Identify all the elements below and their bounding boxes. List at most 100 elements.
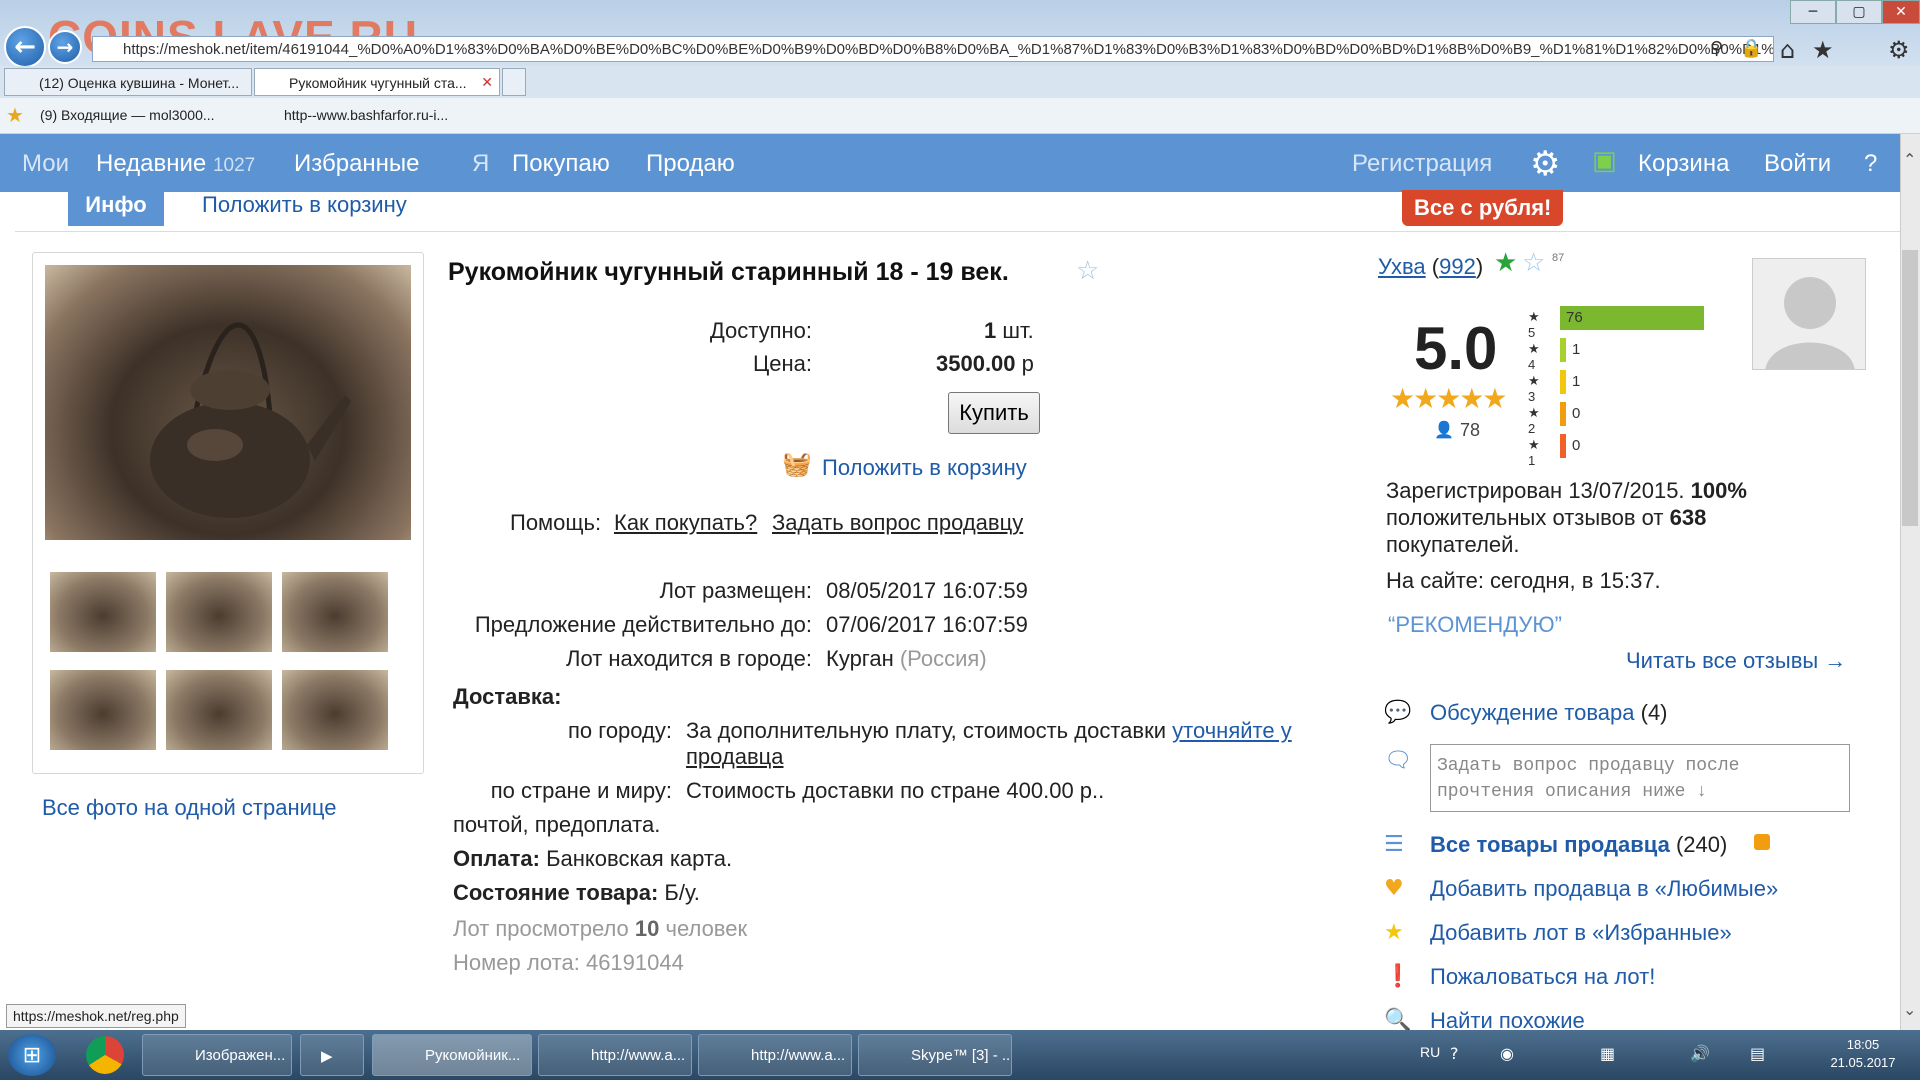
online-text: На сайте: сегодня, в 15:37. bbox=[1386, 568, 1661, 593]
nav-recent[interactable]: Недавние 1027 bbox=[96, 150, 255, 178]
buyers-text: покупателей. bbox=[1386, 532, 1520, 557]
home-icon[interactable]: ⌂ bbox=[1780, 36, 1795, 64]
taskbar-item[interactable]: Изображен... bbox=[142, 1034, 292, 1076]
lock-icon: 🔒 bbox=[1740, 38, 1763, 59]
chrome-icon[interactable] bbox=[86, 1036, 124, 1074]
photo-thumb[interactable] bbox=[166, 670, 272, 750]
nav-buying[interactable]: Покупаю bbox=[512, 150, 610, 178]
promo-badge[interactable]: Все с рубля! bbox=[1402, 190, 1564, 226]
browser-tab[interactable]: (12) Оценка кувшина - Монет... bbox=[4, 68, 252, 96]
seller-avatar[interactable] bbox=[1752, 258, 1866, 370]
add-fav-seller-link[interactable]: Добавить продавца в «Любимые» bbox=[1430, 876, 1778, 902]
cart-icon[interactable]: ▣ bbox=[1592, 146, 1617, 176]
ask-question-input[interactable]: Задать вопрос продавцу после прочтения о… bbox=[1430, 744, 1850, 812]
hist-star-label: ★ 4 bbox=[1528, 341, 1540, 372]
tab-add-cart[interactable]: Положить в корзину bbox=[202, 192, 407, 218]
hist-bar bbox=[1560, 434, 1566, 458]
help-tray-icon[interactable]: ? bbox=[1450, 1044, 1459, 1063]
browser-tab-active[interactable]: Рукомойник чугунный ста... ✕ bbox=[254, 68, 500, 96]
reviewers-count: 78 bbox=[1460, 420, 1481, 440]
hist-star-label: ★ 3 bbox=[1528, 373, 1540, 404]
green-star-icon: ★ bbox=[1494, 248, 1518, 278]
add-fav-lot-link[interactable]: Добавить лот в «Избранные» bbox=[1430, 920, 1732, 946]
clock[interactable]: 18:05 21.05.2017 bbox=[1818, 1036, 1908, 1072]
back-icon[interactable]: ← bbox=[4, 26, 46, 68]
star-count: 87 bbox=[1552, 252, 1565, 264]
favorite-star-icon[interactable]: ☆ bbox=[1076, 256, 1099, 286]
maximize-icon[interactable]: ▢ bbox=[1836, 0, 1882, 24]
hist-bar bbox=[1560, 402, 1566, 426]
nav-help[interactable]: ? bbox=[1864, 150, 1877, 178]
seller-feedback-count[interactable]: 992 bbox=[1439, 254, 1476, 279]
new-tab-button[interactable] bbox=[502, 68, 526, 96]
rating-value: 5.0 bbox=[1414, 315, 1498, 382]
tray-icon[interactable]: ▦ bbox=[1600, 1044, 1615, 1063]
favorite-link[interactable]: (9) Входящие — mol3000... bbox=[40, 107, 215, 123]
tray-icon[interactable]: ◉ bbox=[1500, 1044, 1514, 1063]
scrollbar-thumb[interactable] bbox=[1902, 250, 1918, 526]
favorites-star-icon[interactable]: ★ bbox=[6, 103, 24, 128]
heart-icon: ♥ bbox=[1384, 876, 1404, 901]
rss-icon[interactable] bbox=[1754, 834, 1770, 850]
nav-register[interactable]: Регистрация bbox=[1352, 150, 1492, 178]
help-label: Помощь: bbox=[510, 510, 602, 535]
star-icon[interactable]: ★ bbox=[1812, 36, 1834, 64]
gear-icon[interactable]: ⚙ bbox=[1888, 36, 1910, 64]
how-to-buy-link[interactable]: Как покупать? bbox=[614, 510, 757, 536]
hist-count: 1 bbox=[1572, 373, 1581, 390]
tab-close-icon[interactable]: ✕ bbox=[481, 74, 493, 91]
nav-login[interactable]: Войти bbox=[1764, 150, 1831, 178]
close-icon[interactable]: ✕ bbox=[1882, 0, 1920, 24]
volume-icon[interactable]: 🔊 bbox=[1690, 1044, 1710, 1063]
search-icon[interactable]: ⚲ bbox=[1710, 38, 1723, 59]
condition-row: Состояние товара: Б/у. bbox=[453, 880, 700, 905]
minimize-icon[interactable]: ─ bbox=[1790, 0, 1836, 24]
buy-button[interactable]: Купить bbox=[948, 392, 1040, 434]
photo-thumb[interactable] bbox=[50, 572, 156, 652]
taskbar-media-icon[interactable]: ▶ bbox=[300, 1034, 364, 1076]
complain-link[interactable]: Пожаловаться на лот! bbox=[1430, 964, 1655, 990]
address-bar[interactable]: https://meshok.net/item/46191044_%D0%A0%… bbox=[92, 36, 1774, 62]
favorite-link[interactable]: http--www.bashfarfor.ru-i... bbox=[284, 107, 448, 123]
scroll-up-icon[interactable]: ⌃ bbox=[1903, 150, 1916, 169]
taskbar-item-skype[interactable]: Skype™ [3] - ... bbox=[858, 1034, 1012, 1076]
price-value: 3500.00 р bbox=[936, 351, 1034, 376]
language-indicator[interactable]: RU bbox=[1420, 1044, 1440, 1060]
nav-me[interactable]: Я bbox=[472, 150, 489, 178]
forward-icon[interactable]: → bbox=[48, 30, 82, 64]
nav-favorites[interactable]: Избранные bbox=[294, 150, 420, 178]
nav-my[interactable]: Мои bbox=[22, 150, 69, 178]
blue-star-icon: ☆ bbox=[1522, 248, 1546, 278]
add-to-cart-link[interactable]: Положить в корзину bbox=[822, 455, 1027, 481]
settings-gear-icon[interactable]: ⚙ bbox=[1530, 144, 1560, 184]
scroll-down-icon[interactable]: ⌄ bbox=[1903, 1000, 1916, 1019]
seller-link[interactable]: продавца bbox=[686, 744, 784, 770]
taskbar-item[interactable]: http://www.a... bbox=[538, 1034, 692, 1076]
user-icon: 👤 bbox=[1434, 420, 1454, 439]
photo-thumb[interactable] bbox=[282, 670, 388, 750]
taskbar-item[interactable]: http://www.a... bbox=[698, 1034, 852, 1076]
start-icon[interactable]: ⊞ bbox=[8, 1034, 56, 1076]
photo-thumb[interactable] bbox=[282, 572, 388, 652]
all-items-link[interactable]: Все товары продавца (240) bbox=[1430, 832, 1727, 858]
discussion-link[interactable]: Обсуждение товара (4) bbox=[1430, 700, 1668, 726]
hist-star-label: ★ 1 bbox=[1528, 437, 1540, 468]
recent-count: 1027 bbox=[212, 155, 256, 176]
taskbar-item-active[interactable]: Рукомойник... bbox=[372, 1034, 532, 1076]
ask-seller-link[interactable]: Задать вопрос продавцу bbox=[772, 510, 1023, 536]
network-icon[interactable]: ▤ bbox=[1750, 1044, 1765, 1063]
read-reviews-link[interactable]: Читать все отзывы → bbox=[1626, 648, 1846, 674]
main-photo[interactable] bbox=[45, 265, 411, 540]
status-url: https://meshok.net/reg.php bbox=[6, 1004, 186, 1028]
clarify-link[interactable]: уточняйте у bbox=[1172, 718, 1292, 743]
photo-thumb[interactable] bbox=[50, 670, 156, 750]
hist-count: 1 bbox=[1572, 341, 1581, 358]
all-photos-link[interactable]: Все фото на одной странице bbox=[42, 795, 337, 821]
seller-name-link[interactable]: Ухва bbox=[1378, 254, 1426, 279]
tab-info[interactable]: Инфо bbox=[68, 184, 164, 226]
favorites-bar: ★ (9) Входящие — mol3000... http--www.ba… bbox=[0, 98, 1920, 134]
placed-value: 08/05/2017 16:07:59 bbox=[826, 578, 1028, 603]
nav-selling[interactable]: Продаю bbox=[646, 150, 735, 178]
nav-cart[interactable]: Корзина bbox=[1638, 150, 1729, 178]
photo-thumb[interactable] bbox=[166, 572, 272, 652]
